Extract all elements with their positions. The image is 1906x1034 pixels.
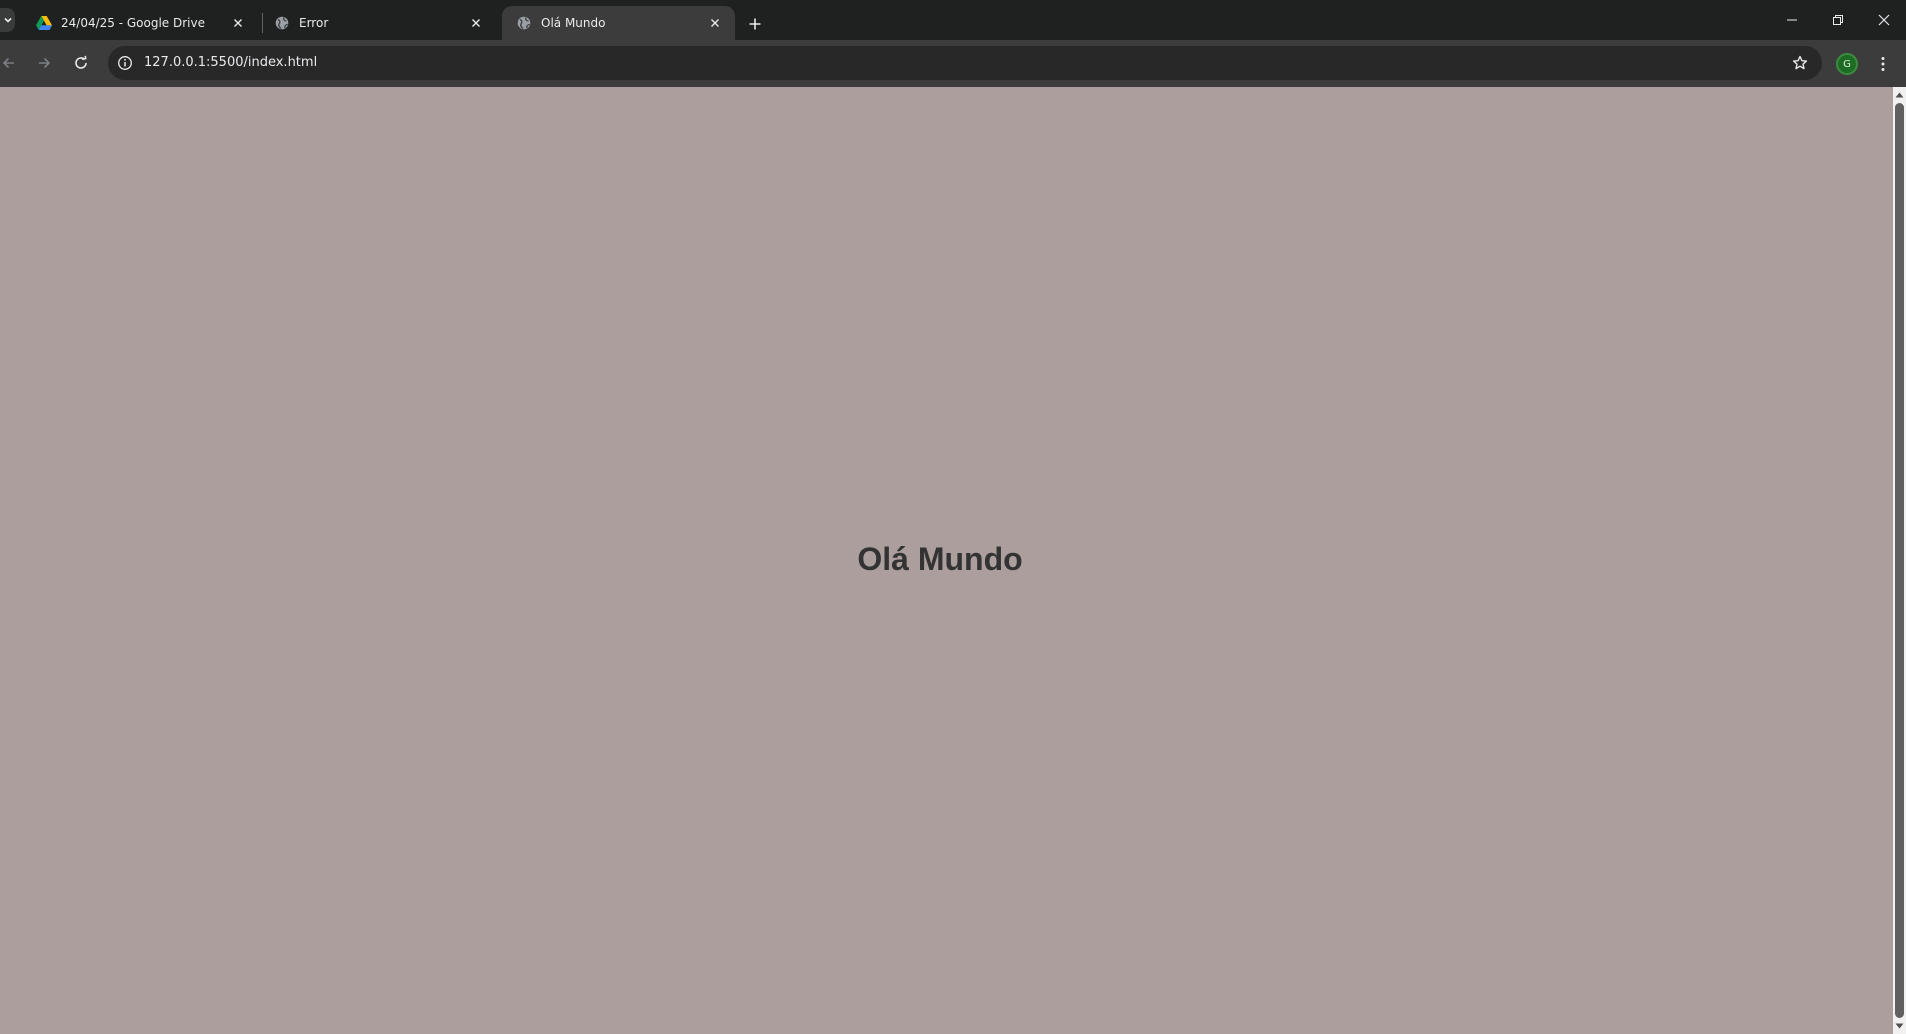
profile-avatar[interactable]: G: [1836, 53, 1858, 75]
tab-close-button[interactable]: [466, 13, 486, 33]
scrollbar-thumb[interactable]: [1895, 103, 1904, 1018]
tab-search-button[interactable]: [0, 8, 15, 32]
arrow-right-icon: [39, 57, 51, 69]
site-info-icon[interactable]: [113, 51, 137, 75]
page-viewport: Olá Mundo: [0, 87, 1893, 1034]
tab-title: 24/04/25 - Google Drive: [61, 16, 205, 30]
address-bar[interactable]: 127.0.0.1:5500/index.html: [108, 46, 1822, 80]
tab-title: Error: [299, 16, 329, 30]
tab-error[interactable]: Error: [260, 6, 496, 40]
scroll-up-arrow[interactable]: [1893, 88, 1906, 102]
tab-google-drive[interactable]: 24/04/25 - Google Drive: [22, 6, 258, 40]
new-tab-button[interactable]: [741, 10, 769, 38]
triangle-up-icon: [1895, 92, 1904, 98]
tab-title: Olá Mundo: [541, 16, 606, 30]
plus-icon: [749, 18, 761, 30]
restore-button[interactable]: [1815, 0, 1861, 40]
close-icon: [234, 19, 242, 27]
minimize-icon: [1787, 19, 1797, 21]
page-heading: Olá Mundo: [857, 541, 1023, 577]
close-icon: [711, 19, 719, 27]
reload-button[interactable]: [66, 48, 96, 78]
tab-close-button[interactable]: [228, 13, 248, 33]
chevron-down-icon: [3, 17, 12, 23]
kebab-menu-icon: [1881, 57, 1885, 71]
globe-icon: [516, 15, 532, 31]
forward-button[interactable]: [29, 48, 59, 78]
triangle-down-icon: [1895, 1023, 1904, 1029]
scroll-down-arrow[interactable]: [1893, 1019, 1906, 1033]
close-window-button[interactable]: [1861, 0, 1906, 40]
restore-icon: [1833, 15, 1843, 25]
browser-menu-button[interactable]: [1871, 52, 1895, 76]
minimize-button[interactable]: [1769, 0, 1815, 40]
close-icon: [472, 19, 480, 27]
globe-icon: [274, 15, 290, 31]
tab-ola-mundo[interactable]: Olá Mundo: [502, 6, 735, 40]
vertical-scrollbar[interactable]: [1893, 87, 1906, 1034]
browser-toolbar: 127.0.0.1:5500/index.html G: [0, 40, 1906, 87]
reload-icon: [75, 55, 87, 69]
tab-close-button[interactable]: [705, 13, 725, 33]
bookmark-star-icon[interactable]: [1788, 51, 1812, 75]
google-drive-icon: [36, 15, 52, 31]
tab-strip: 24/04/25 - Google Drive Error Olá Mundo: [0, 0, 1906, 40]
arrow-left-icon: [2, 57, 14, 69]
back-button[interactable]: [0, 48, 24, 78]
url-text[interactable]: 127.0.0.1:5500/index.html: [144, 55, 317, 70]
close-icon: [1878, 14, 1889, 26]
